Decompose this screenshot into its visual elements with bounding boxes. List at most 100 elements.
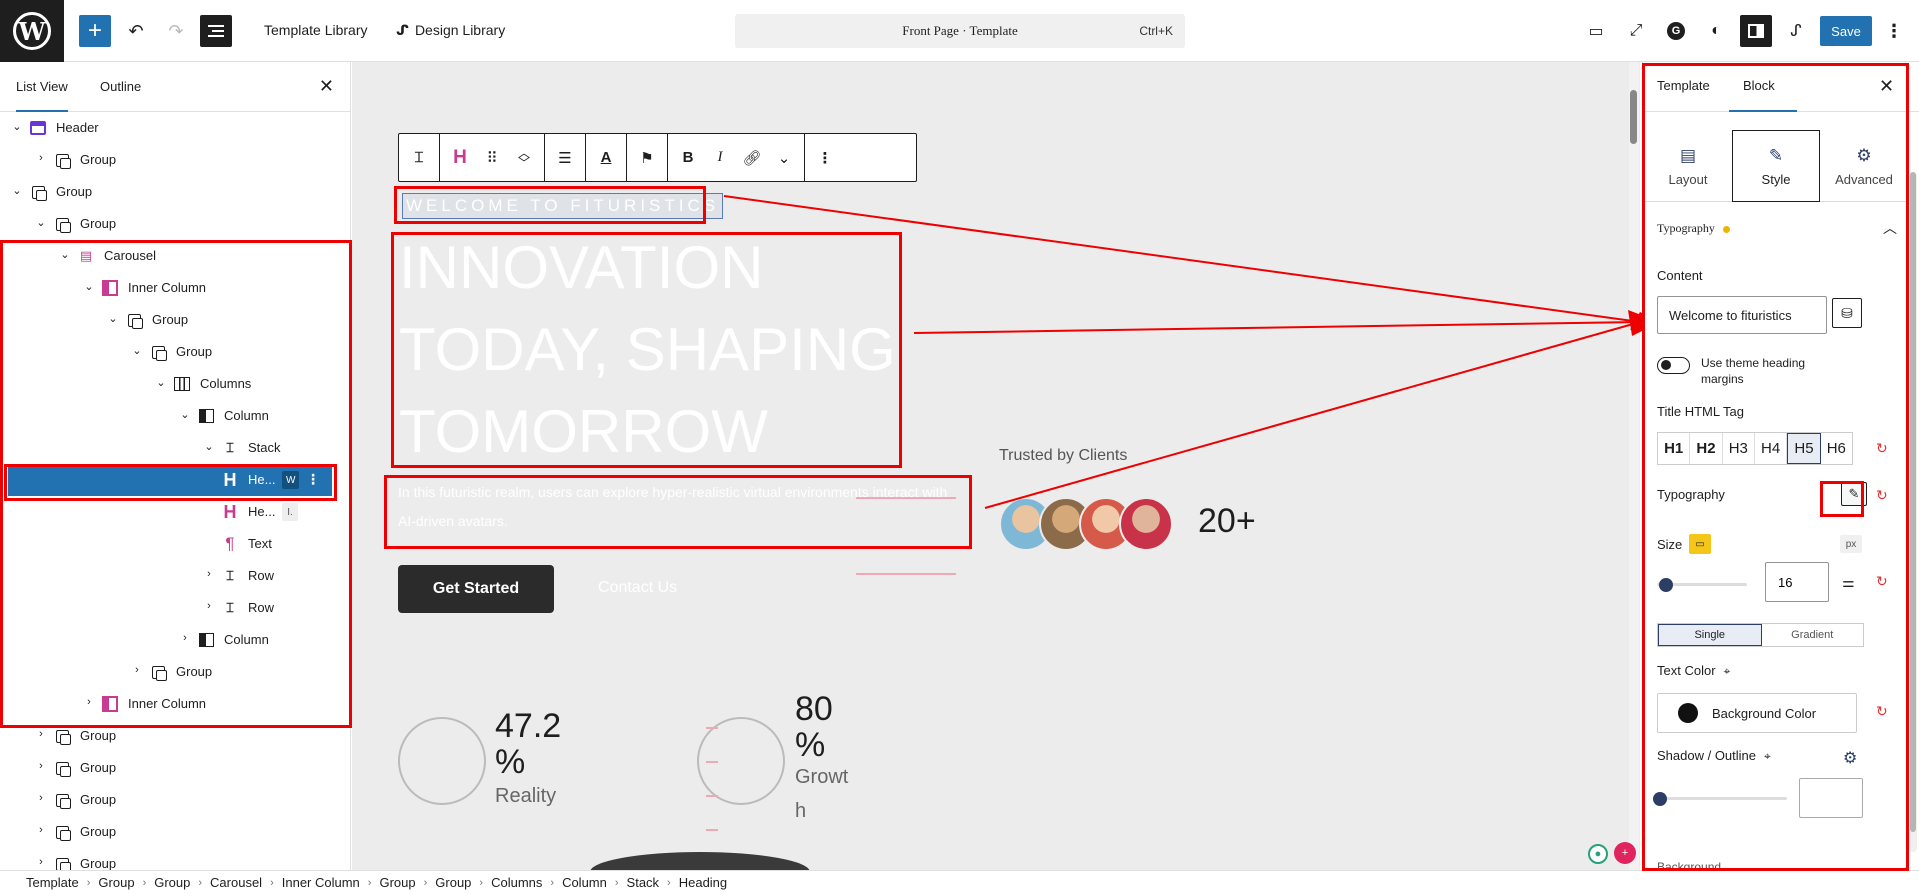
tree-row-stack[interactable]: ⌄ ⌶ Stack — [0, 432, 350, 464]
tree-row-row[interactable]: › ⌶ Row — [0, 560, 350, 592]
size-settings-button[interactable]: ⚌ — [1842, 574, 1855, 591]
tree-row-carousel[interactable]: ⌄ ▤ Carousel — [0, 240, 350, 272]
close-inspector-button[interactable]: ✕ — [1879, 76, 1894, 97]
breadcrumb-item[interactable]: Inner Column — [282, 875, 360, 890]
tab-outline[interactable]: Outline — [100, 79, 141, 94]
save-button[interactable]: Save — [1820, 16, 1872, 46]
tree-row-group[interactable]: ⌄ Group — [0, 208, 350, 240]
chevron-down-icon[interactable]: ⌄ — [58, 248, 72, 261]
chevron-right-icon[interactable]: › — [130, 664, 144, 676]
size-unit-button[interactable]: px — [1840, 535, 1862, 553]
chevron-down-icon[interactable]: ⌄ — [106, 312, 120, 325]
tab-layout[interactable]: ▤ Layout — [1644, 130, 1732, 202]
single-mode-button[interactable]: Single — [1658, 624, 1762, 646]
fullscreen-button[interactable]: ⤢ — [1620, 15, 1652, 47]
add-block-button[interactable]: + — [79, 15, 111, 47]
theme-margins-toggle[interactable] — [1657, 357, 1690, 374]
block-type-button[interactable]: H — [444, 142, 476, 174]
shadow-settings-button[interactable]: ⚙ — [1843, 748, 1857, 768]
tree-row-group[interactable]: › Group — [0, 656, 350, 688]
more-vertical-icon[interactable]: ⋮ — [306, 471, 320, 488]
get-started-button[interactable]: Get Started — [398, 565, 554, 613]
hero-paragraph[interactable]: In this futuristic realm, users can expl… — [398, 478, 968, 536]
tab-block[interactable]: Block — [1729, 78, 1797, 112]
plugin-g-button[interactable]: G — [1660, 15, 1692, 47]
tag-h1-button[interactable]: H1 — [1658, 433, 1691, 464]
shadow-slider-knob[interactable] — [1653, 792, 1667, 806]
chevron-right-icon[interactable]: › — [34, 760, 48, 772]
document-overview-button[interactable] — [200, 15, 232, 47]
gradient-mode-button[interactable]: Gradient — [1762, 624, 1864, 646]
chevron-down-icon[interactable]: ⌄ — [82, 280, 96, 293]
background-color-button[interactable]: Background Color — [1657, 693, 1857, 733]
template-library-button[interactable]: Template Library — [264, 22, 368, 38]
desktop-device-button[interactable]: ▭ — [1689, 534, 1711, 554]
tag-h4-button[interactable]: H4 — [1755, 433, 1788, 464]
breadcrumb-item[interactable]: Template — [26, 875, 79, 890]
breadcrumb-item[interactable]: Heading — [679, 875, 727, 890]
scrollbar-thumb[interactable] — [1630, 90, 1637, 144]
chevron-right-icon[interactable]: › — [82, 696, 96, 708]
size-slider-knob[interactable] — [1659, 578, 1673, 592]
bold-button[interactable]: B — [672, 142, 704, 174]
text-color-button[interactable]: A — [590, 142, 622, 174]
size-input[interactable] — [1765, 562, 1829, 602]
chevron-down-icon[interactable]: ⌄ — [154, 376, 168, 389]
breadcrumb-item[interactable]: Group — [435, 875, 471, 890]
breadcrumb-item[interactable]: Stack — [627, 875, 660, 890]
breadcrumb-item[interactable]: Column — [562, 875, 607, 890]
tree-row-group[interactable]: › Group — [0, 816, 350, 848]
select-parent-button[interactable]: ⌶ — [403, 142, 435, 174]
chevron-down-icon[interactable]: ⌄ — [130, 344, 144, 357]
tree-row-heading[interactable]: H He... I. — [0, 496, 350, 528]
chevron-right-icon[interactable]: › — [178, 632, 192, 644]
breadcrumb-item[interactable]: Group — [379, 875, 415, 890]
options-menu-button[interactable]: ⋮ — [1882, 15, 1906, 47]
link-button[interactable]: 🔗︎ — [736, 142, 768, 174]
redo-button[interactable]: ↷ — [160, 15, 192, 47]
content-input[interactable] — [1657, 296, 1827, 334]
breadcrumb-item[interactable]: Columns — [491, 875, 542, 890]
device-preview-button[interactable]: ▭ — [1580, 15, 1612, 47]
scrollbar-thumb[interactable] — [1910, 172, 1916, 832]
chevron-down-icon[interactable]: ⌄ — [34, 216, 48, 229]
spectra-button[interactable]: ᔑ — [1780, 15, 1812, 47]
align-button[interactable]: ☰ — [549, 142, 581, 174]
chevron-right-icon[interactable]: › — [34, 824, 48, 836]
reset-tag-button[interactable]: ↻ — [1876, 440, 1888, 457]
tree-row-column[interactable]: ⌄ Column — [0, 400, 350, 432]
chevron-right-icon[interactable]: › — [202, 600, 216, 612]
tag-h2-button[interactable]: H2 — [1690, 433, 1723, 464]
tree-row-inner-column[interactable]: ⌄ Inner Column — [0, 272, 350, 304]
tree-row-group[interactable]: › Group — [0, 720, 350, 752]
tree-row-text[interactable]: ¶ Text — [0, 528, 350, 560]
shadow-slider-track[interactable] — [1657, 797, 1787, 800]
edit-typography-button[interactable]: ✎ — [1841, 482, 1867, 506]
flag-button[interactable]: ⚑ — [631, 142, 663, 174]
move-up-down-button[interactable]: ︿ ﹀ — [508, 142, 540, 174]
tag-h3-button[interactable]: H3 — [1723, 433, 1755, 464]
tag-h6-button[interactable]: H6 — [1821, 433, 1852, 464]
styles-button[interactable]: ◐ — [1700, 15, 1732, 47]
reset-size-button[interactable]: ↻ — [1876, 573, 1888, 590]
chevron-right-icon[interactable]: › — [34, 152, 48, 164]
close-list-view-button[interactable]: ✕ — [319, 76, 334, 97]
hero-heading[interactable]: INNOVATION TODAY, SHAPING TOMORROW — [399, 227, 899, 473]
chevron-down-icon[interactable]: ⌄ — [10, 120, 24, 133]
dynamic-content-button[interactable]: ⛁ — [1832, 298, 1862, 328]
tree-row-group[interactable]: ⌄ Group — [0, 176, 350, 208]
canvas-scrollbar[interactable] — [1629, 62, 1639, 870]
tree-row-heading-selected[interactable]: H He... W ⋮ — [8, 464, 332, 496]
chevron-down-icon[interactable]: ⌄ — [202, 440, 216, 453]
contact-us-button[interactable]: Contact Us — [598, 579, 677, 597]
tree-row-column[interactable]: › Column — [0, 624, 350, 656]
tree-row-row[interactable]: › ⌶ Row — [0, 592, 350, 624]
tab-advanced[interactable]: ⚙ Advanced — [1820, 130, 1908, 202]
chevron-down-icon[interactable]: ⌄ — [10, 184, 24, 197]
design-library-button[interactable]: ᔑ Design Library — [396, 22, 505, 39]
tree-row-group[interactable]: › Group — [0, 848, 350, 870]
tab-template[interactable]: Template — [1657, 78, 1710, 93]
reset-typography-button[interactable]: ↻ — [1876, 487, 1888, 504]
italic-button[interactable]: I — [704, 142, 736, 174]
tree-row-group[interactable]: › Group — [0, 784, 350, 816]
